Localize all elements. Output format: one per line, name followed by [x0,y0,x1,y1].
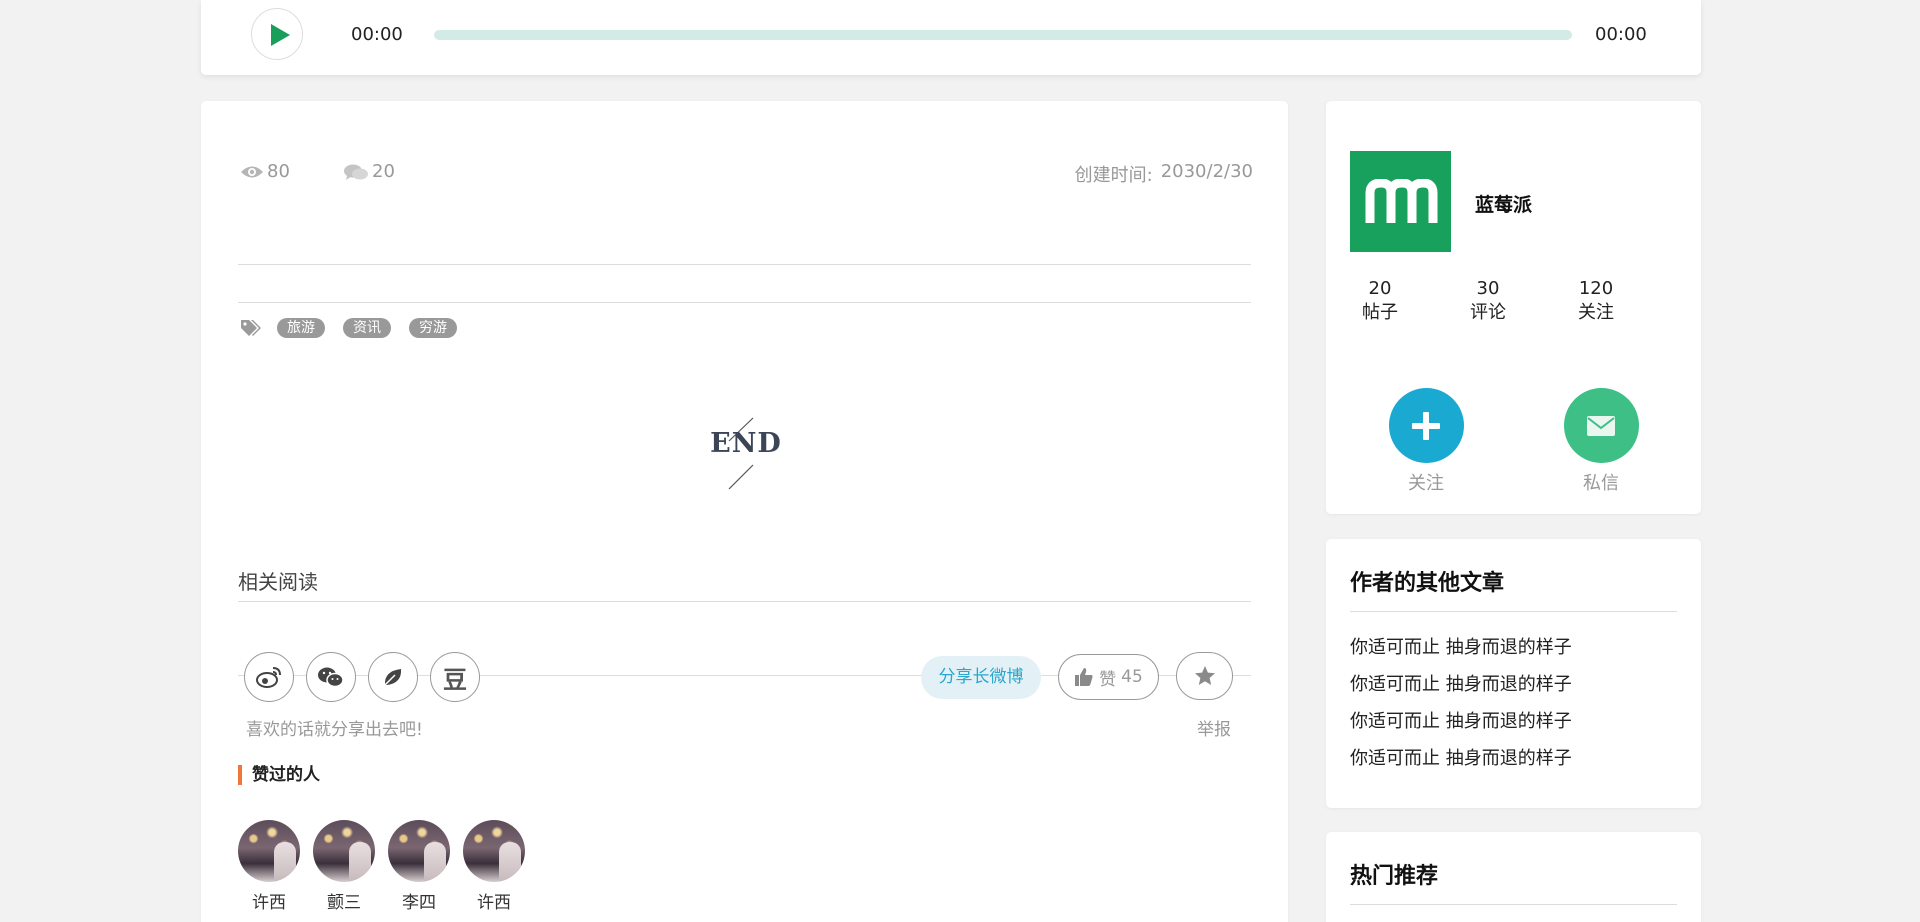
message-button[interactable]: 私信 [1563,388,1639,495]
divider [1350,611,1677,612]
divider [1350,904,1677,905]
liker-item[interactable]: 许西 [238,820,300,913]
liker-item[interactable]: 许西 [463,820,525,913]
m-logo-icon [1365,178,1437,223]
star-icon [1194,666,1215,685]
follow-circle [1388,388,1464,463]
douban-icon: 豆 [443,665,467,694]
end-text: END [710,428,782,459]
leaf-icon [384,669,402,686]
eye-icon [241,166,263,177]
avatar [313,820,375,882]
weibo-icon [256,667,281,688]
created-label: 创建时间: [1074,165,1153,186]
play-button[interactable] [251,8,303,60]
view-count: 80 [240,161,290,182]
favorite-button[interactable] [1176,652,1233,700]
total-time: 00:00 [1595,24,1647,45]
share-weibo-button[interactable] [244,652,294,702]
audio-player: 00:00 00:00 [201,0,1701,75]
author-profile-card: 蓝莓派 20 帖子 30 评论 120 关注 关注 私信 [1326,101,1701,514]
liker-item[interactable]: 颤三 [313,820,375,913]
comment-count: 20 [343,161,395,182]
liker-name: 许西 [477,893,511,913]
divider [238,264,1251,265]
end-mark: END [706,391,786,501]
author-name[interactable]: 蓝莓派 [1475,190,1532,217]
avatar [388,820,450,882]
liker-name: 许西 [252,893,286,913]
comment-count-value: 20 [372,161,395,182]
play-icon [271,24,290,46]
stat-value: 30 [1476,278,1500,299]
likers-title: 赞过的人 [238,765,320,785]
like-button[interactable]: 赞 45 [1058,654,1159,700]
follow-label: 关注 [1408,473,1444,494]
tag-item[interactable]: 穷游 [409,318,457,338]
wechat-icon [318,667,344,688]
tag-item[interactable]: 资讯 [343,318,391,338]
stat-label: 评论 [1470,302,1506,323]
hot-recommend-title: 热门推荐 [1350,864,1439,889]
related-reading-title: 相关阅读 [238,570,318,594]
created-date: 2030/2/30 [1160,161,1253,182]
view-count-value: 80 [267,161,290,182]
liker-name: 颤三 [327,893,361,913]
comment-icon [344,164,368,180]
share-long-weibo-button[interactable]: 分享长微博 [921,656,1041,699]
liker-item[interactable]: 李四 [388,820,450,913]
thumbs-up-icon [1075,668,1093,686]
share-wechat-button[interactable] [306,652,356,702]
like-count: 45 [1121,667,1143,687]
divider [238,302,1251,303]
tag-icon [241,320,261,336]
like-label: 赞 [1099,669,1117,690]
article-meta: 80 20 创建时间: 2030/2/30 [240,161,1253,187]
stat-posts[interactable]: 20 帖子 [1340,277,1420,325]
avatar [238,820,300,882]
tag-list: 旅游 资讯 穷游 [240,318,475,338]
stat-following[interactable]: 120 关注 [1556,277,1636,325]
article-card: 80 20 创建时间: 2030/2/30 旅游 资讯 穷游 END 相关阅读 [201,101,1288,922]
follow-button[interactable]: 关注 [1388,388,1464,495]
divider [238,601,1251,602]
stat-comments[interactable]: 30 评论 [1448,277,1528,325]
stat-value: 120 [1578,278,1614,299]
progress-bar[interactable] [434,30,1572,40]
tag-item[interactable]: 旅游 [277,318,325,338]
stat-label: 关注 [1578,302,1614,323]
stat-value: 20 [1368,278,1392,299]
liker-name: 李四 [402,893,436,913]
report-link[interactable]: 举报 [1197,715,1231,740]
other-articles-card: 作者的其他文章 你适可而止 抽身而退的样子 你适可而止 抽身而退的样子 你适可而… [1326,539,1701,808]
article-link[interactable]: 你适可而止 抽身而退的样子 [1350,746,1572,783]
created-time: 创建时间: 2030/2/30 [1075,161,1253,187]
current-time: 00:00 [351,24,403,45]
message-circle [1563,388,1639,463]
hot-recommend-card: 热门推荐 [1326,832,1701,922]
share-douban-button[interactable]: 豆 [430,652,480,702]
article-link[interactable]: 你适可而止 抽身而退的样子 [1350,709,1572,746]
article-link[interactable]: 你适可而止 抽身而退的样子 [1350,672,1572,709]
other-articles-title: 作者的其他文章 [1350,571,1505,596]
mail-icon [1587,415,1615,436]
share-hint: 喜欢的话就分享出去吧! [246,720,423,740]
author-avatar[interactable] [1350,151,1451,252]
article-link[interactable]: 你适可而止 抽身而退的样子 [1350,635,1572,672]
share-leaf-button[interactable] [368,652,418,702]
stat-label: 帖子 [1362,302,1398,323]
other-articles-list: 你适可而止 抽身而退的样子 你适可而止 抽身而退的样子 你适可而止 抽身而退的样… [1350,635,1572,783]
plus-icon [1412,411,1440,440]
message-label: 私信 [1583,473,1619,494]
avatar [463,820,525,882]
